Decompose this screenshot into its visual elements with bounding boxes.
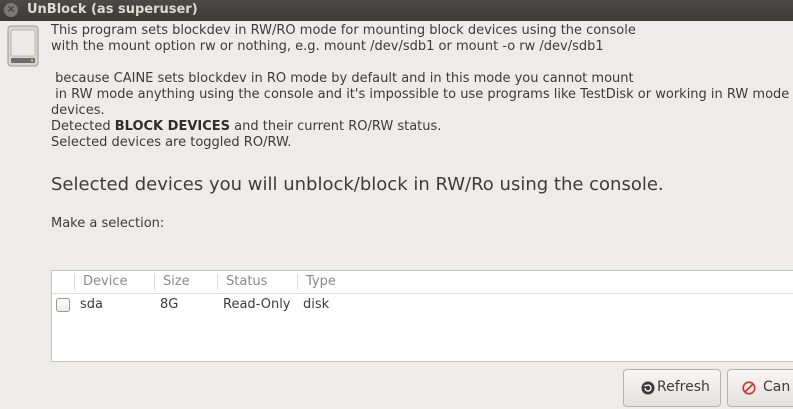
refresh-icon <box>641 381 655 395</box>
description-line: in RW mode anything using the console an… <box>51 87 790 102</box>
window-title: UnBlock (as superuser) <box>27 2 198 17</box>
device-list[interactable]: Device Size Status Type sda 8G Read-Only… <box>51 270 793 362</box>
list-header: Device Size Status Type <box>52 271 793 294</box>
device-checkbox[interactable] <box>56 298 70 312</box>
close-icon[interactable]: × <box>4 3 18 17</box>
column-separator <box>74 274 75 290</box>
column-header-type[interactable]: Type <box>306 274 336 289</box>
title-bar: × UnBlock (as superuser) <box>0 0 793 21</box>
column-separator <box>217 274 218 290</box>
cancel-label: Can <box>763 379 791 395</box>
column-header-size[interactable]: Size <box>163 274 190 289</box>
description-line: because CAINE sets blockdev in RO mode b… <box>51 71 634 86</box>
column-separator <box>154 274 155 290</box>
refresh-label: Refresh <box>657 379 710 395</box>
description-text: and their current RO/RW status. <box>230 119 442 134</box>
column-header-device[interactable]: Device <box>83 274 127 289</box>
description: This program sets blockdev in RW/RO mode… <box>51 23 793 151</box>
table-row[interactable]: sda 8G Read-Only disk <box>52 294 793 316</box>
cell-size: 8G <box>160 297 179 312</box>
drive-icon <box>7 25 39 67</box>
column-header-status[interactable]: Status <box>226 274 267 289</box>
description-text: Detected <box>51 119 115 134</box>
cancel-icon <box>742 381 756 395</box>
page-heading: Selected devices you will unblock/block … <box>51 174 664 195</box>
description-line: This program sets blockdev in RW/RO mode… <box>51 23 636 38</box>
description-line: with the mount option rw or nothing, e.g… <box>51 39 604 54</box>
description-line: Detected BLOCK DEVICES and their current… <box>51 119 793 135</box>
column-separator <box>297 274 298 290</box>
refresh-button[interactable]: Refresh <box>623 369 721 407</box>
cell-type: disk <box>303 297 330 312</box>
cancel-button[interactable]: Can <box>727 369 793 407</box>
cell-device: sda <box>80 297 103 312</box>
cell-status: Read-Only <box>223 297 291 312</box>
selection-prompt: Make a selection: <box>51 216 165 231</box>
description-bold-text: BLOCK DEVICES <box>114 119 231 134</box>
description-line: Selected devices are toggled RO/RW. <box>51 135 292 150</box>
description-line: devices. <box>51 103 105 118</box>
